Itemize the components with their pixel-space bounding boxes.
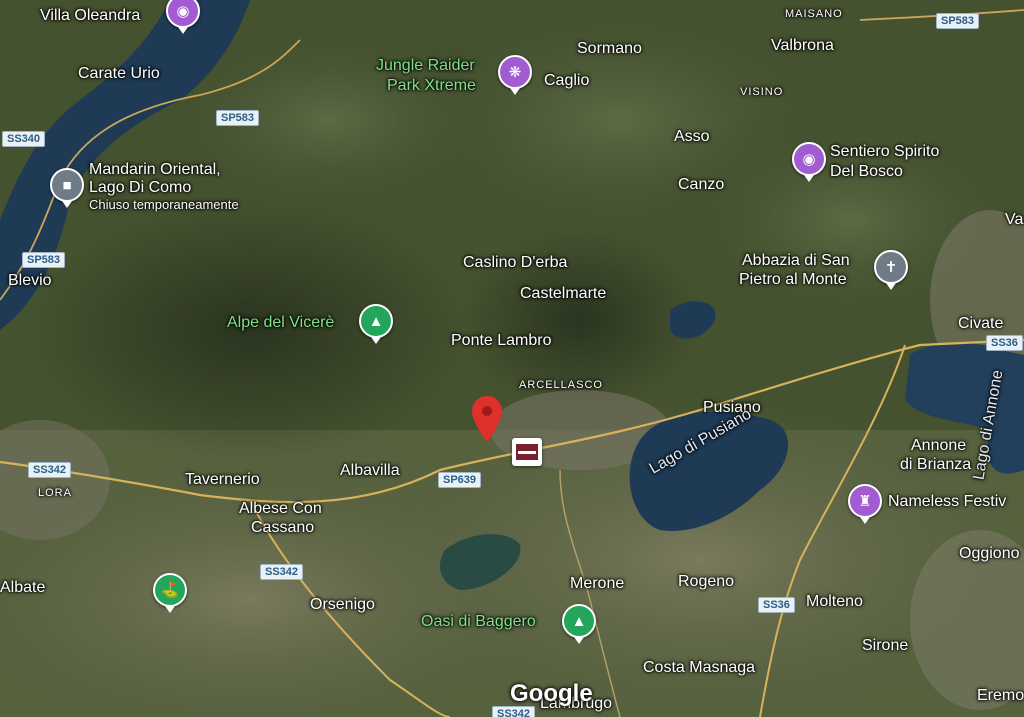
- place-label: Albese Con: [239, 500, 322, 517]
- place-label: LORA: [38, 487, 72, 499]
- amusement-park-icon[interactable]: ❋: [498, 55, 532, 95]
- place-label: Caslino D'erba: [463, 254, 568, 271]
- place-label: Lago Di Como: [89, 179, 192, 196]
- place-label: ARCELLASCO: [519, 379, 603, 391]
- place-label: Rogeno: [678, 573, 735, 590]
- place-label: Costa Masnaga: [643, 659, 756, 676]
- road-shield: SS36: [986, 335, 1023, 351]
- place-label: Blevio: [8, 272, 52, 289]
- place-label: Oggiono: [959, 545, 1020, 562]
- place-label: Sentiero Spirito: [830, 143, 940, 160]
- place-label: Merone: [570, 575, 625, 592]
- location-marker-icon[interactable]: [472, 396, 502, 442]
- road-shield: SS342: [260, 564, 304, 580]
- place-label: Albavilla: [340, 462, 400, 479]
- road-shield: SS342: [28, 462, 72, 478]
- place-label: Nameless Festiv: [888, 493, 1007, 510]
- place-label: Sormano: [577, 40, 642, 57]
- hotel-icon[interactable]: ■: [50, 168, 84, 208]
- place-label: di Brianza: [900, 456, 972, 473]
- google-logo: Google: [510, 680, 593, 707]
- place-label: Alpe del Vicerè: [227, 314, 335, 331]
- place-label: Jungle Raider: [376, 57, 475, 74]
- place-label: Civate: [958, 315, 1004, 332]
- place-label: Abbazia di San: [742, 252, 850, 269]
- store-icon[interactable]: [512, 438, 542, 466]
- place-label: Park Xtreme: [387, 77, 476, 94]
- place-label: Va: [1005, 211, 1024, 228]
- place-label: Ponte Lambro: [451, 332, 552, 349]
- road-shield: SS340: [2, 131, 46, 147]
- road-shield: SS36: [758, 597, 795, 613]
- place-label: Canzo: [678, 176, 725, 193]
- place-label: MAISANO: [785, 8, 843, 20]
- place-label: Tavernerio: [185, 471, 260, 488]
- satellite-terrain: [0, 0, 1024, 717]
- status-label: Chiuso temporaneamente: [89, 197, 239, 212]
- camera-icon[interactable]: ◉: [792, 142, 826, 182]
- road-shield: SP639: [438, 472, 482, 488]
- church-icon[interactable]: ✝: [874, 250, 908, 290]
- place-label: VISINO: [740, 86, 784, 98]
- castle-icon[interactable]: ♜: [848, 484, 882, 524]
- place-label: Annone: [911, 437, 967, 454]
- place-label: Oasi di Baggero: [421, 613, 536, 630]
- place-label: Castelmarte: [520, 285, 607, 302]
- place-label: Asso: [674, 128, 710, 145]
- place-label: Sirone: [862, 637, 909, 654]
- road-shield: SP583: [936, 13, 980, 29]
- place-label: Pietro al Monte: [739, 271, 847, 288]
- place-label: Orsenigo: [310, 596, 375, 613]
- road-shield: SP583: [216, 110, 260, 126]
- golf-icon[interactable]: ⛳: [153, 573, 187, 613]
- place-label: Molteno: [806, 593, 863, 610]
- satellite-map[interactable]: SP583 SS340 SP583 SP583 SS342 SP639 SS34…: [0, 0, 1024, 717]
- park-icon[interactable]: ▲: [359, 304, 393, 344]
- place-label: Eremo: [977, 687, 1024, 704]
- place-label: Carate Urio: [78, 65, 160, 82]
- place-label: Albate: [0, 579, 46, 596]
- place-label: Mandarin Oriental,: [89, 161, 221, 178]
- place-label: Villa Oleandra: [40, 7, 141, 24]
- road-shield: SP583: [22, 252, 66, 268]
- place-label: Caglio: [544, 72, 590, 89]
- place-label: Cassano: [251, 519, 315, 536]
- place-label: Valbrona: [771, 37, 834, 54]
- park-icon[interactable]: ▲: [562, 604, 596, 644]
- place-label: Del Bosco: [830, 163, 903, 180]
